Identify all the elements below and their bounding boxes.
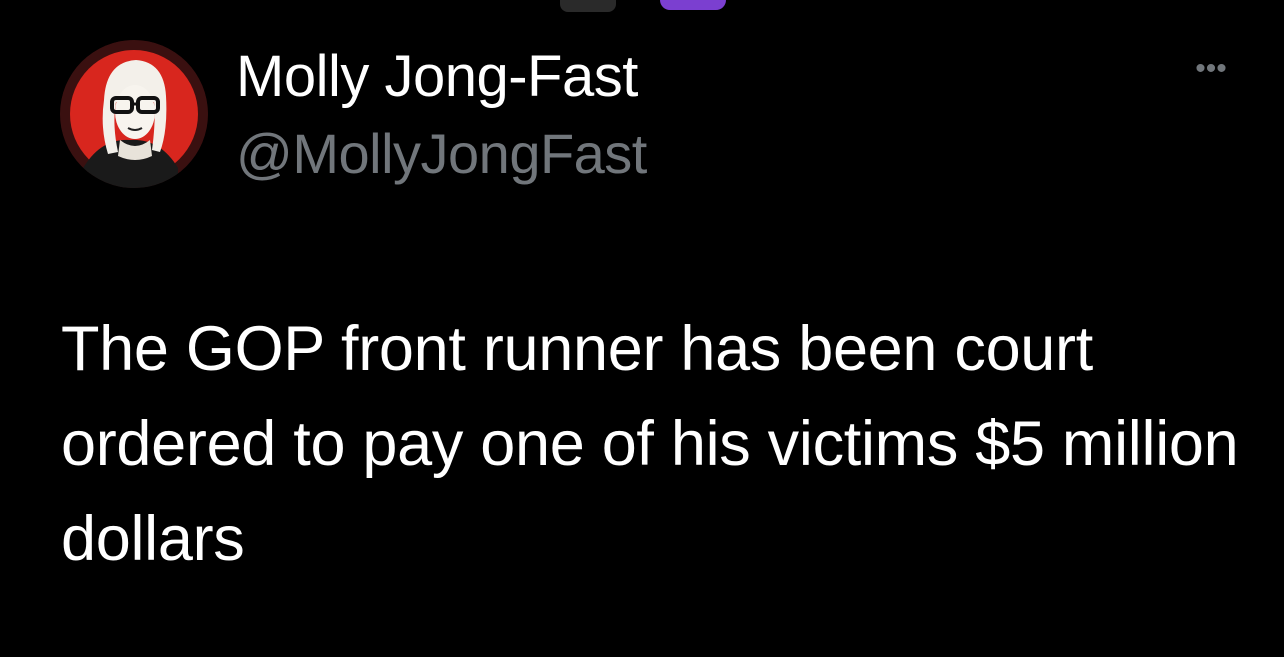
clipped-previous-content bbox=[560, 0, 730, 12]
more-horizontal-icon: ••• bbox=[1195, 52, 1227, 85]
tweet-header: Molly Jong-Fast @MollyJongFast ••• bbox=[60, 40, 1240, 200]
avatar-portrait-icon bbox=[60, 40, 208, 188]
author-display-name[interactable]: Molly Jong-Fast bbox=[236, 44, 647, 110]
author-avatar[interactable] bbox=[60, 40, 208, 188]
more-options-button[interactable]: ••• bbox=[1182, 52, 1240, 85]
clipped-text-fragment bbox=[560, 0, 616, 12]
clipped-badge-icon bbox=[660, 0, 726, 10]
tweet-text: The GOP front runner has been court orde… bbox=[61, 314, 1239, 574]
author-names: Molly Jong-Fast @MollyJongFast bbox=[236, 44, 647, 186]
author-handle[interactable]: @MollyJongFast bbox=[236, 122, 647, 186]
